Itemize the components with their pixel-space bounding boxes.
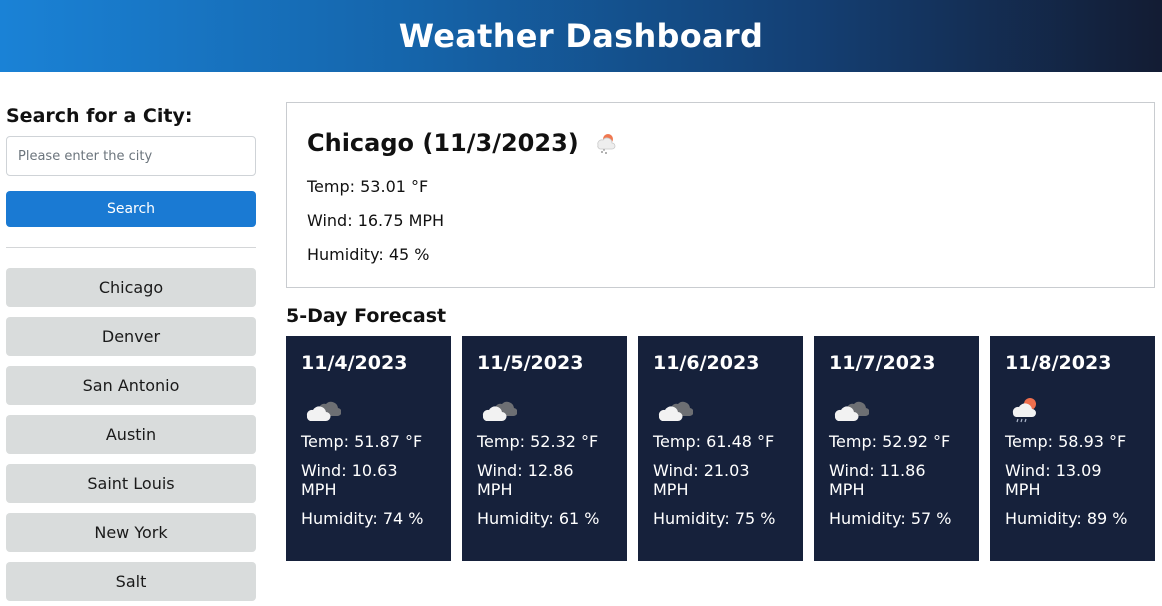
history-item-san-antonio[interactable]: San Antonio [6, 366, 256, 405]
forecast-date: 11/7/2023 [829, 352, 936, 374]
forecast-card: 11/7/2023 Temp: 52.92 °F Wind: 11.86 MPH… [814, 336, 979, 561]
main-content: Chicago (11/3/2023) Temp: 53.01 °F Wind:… [286, 102, 1155, 561]
current-weather-heading: Chicago (11/3/2023) [307, 129, 1134, 157]
history-item-austin[interactable]: Austin [6, 415, 256, 454]
page-header: Weather Dashboard [0, 0, 1162, 72]
forecast-wind: Wind: 11.86 MPH [829, 461, 926, 499]
current-city-date: Chicago (11/3/2023) [307, 129, 579, 157]
history-item-denver[interactable]: Denver [6, 317, 256, 356]
forecast-card: 11/4/2023 Temp: 51.87 °F Wind: 10.63 MPH… [286, 336, 451, 561]
forecast-card: 11/8/2023 Temp: 58.93 °F Wind: 13.09 MPH… [990, 336, 1155, 561]
cloudy-icon [653, 392, 694, 424]
forecast-row: 11/4/2023 Temp: 51.87 °F Wind: 10.63 MPH… [286, 336, 1155, 561]
forecast-temp: Temp: 52.92 °F [829, 432, 951, 451]
forecast-humidity: Humidity: 74 % [301, 509, 424, 528]
current-temp: Temp: 53.01 °F [307, 177, 429, 196]
history-item-chicago[interactable]: Chicago [6, 268, 256, 307]
forecast-humidity: Humidity: 89 % [1005, 509, 1128, 528]
forecast-humidity: Humidity: 61 % [477, 509, 600, 528]
forecast-humidity: Humidity: 57 % [829, 509, 952, 528]
forecast-date: 11/5/2023 [477, 352, 584, 374]
city-search-input[interactable] [6, 136, 256, 176]
sidebar-divider [6, 247, 256, 248]
forecast-temp: Temp: 51.87 °F [301, 432, 423, 451]
forecast-wind: Wind: 12.86 MPH [477, 461, 574, 499]
current-weather-card: Chicago (11/3/2023) Temp: 53.01 °F Wind:… [286, 102, 1155, 288]
page-layout: Search for a City: Search Chicago Denver… [0, 72, 1162, 606]
forecast-date: 11/8/2023 [1005, 352, 1112, 374]
light-snow-icon [593, 130, 619, 156]
cloudy-icon [301, 392, 342, 424]
history-item-new-york[interactable]: New York [6, 513, 256, 552]
history-item-salt[interactable]: Salt [6, 562, 256, 601]
forecast-temp: Temp: 58.93 °F [1005, 432, 1127, 451]
forecast-wind: Wind: 13.09 MPH [1005, 461, 1102, 499]
cloudy-icon [477, 392, 518, 424]
page-title: Weather Dashboard [398, 17, 764, 55]
sidebar: Search for a City: Search Chicago Denver… [6, 104, 256, 606]
forecast-date: 11/6/2023 [653, 352, 760, 374]
search-button[interactable]: Search [6, 191, 256, 227]
current-wind: Wind: 16.75 MPH [307, 211, 445, 230]
forecast-temp: Temp: 61.48 °F [653, 432, 775, 451]
history-item-saint-louis[interactable]: Saint Louis [6, 464, 256, 503]
forecast-wind: Wind: 10.63 MPH [301, 461, 398, 499]
forecast-temp: Temp: 52.32 °F [477, 432, 599, 451]
forecast-card: 11/6/2023 Temp: 61.48 °F Wind: 21.03 MPH… [638, 336, 803, 561]
forecast-card: 11/5/2023 Temp: 52.32 °F Wind: 12.86 MPH… [462, 336, 627, 561]
forecast-wind: Wind: 21.03 MPH [653, 461, 750, 499]
forecast-humidity: Humidity: 75 % [653, 509, 776, 528]
forecast-date: 11/4/2023 [301, 352, 408, 374]
search-history-list: Chicago Denver San Antonio Austin Saint … [6, 268, 256, 601]
current-humidity: Humidity: 45 % [307, 245, 430, 264]
cloudy-icon [829, 392, 870, 424]
search-title: Search for a City: [6, 105, 193, 127]
rain-sun-icon [1005, 392, 1045, 424]
forecast-title: 5-Day Forecast [286, 305, 447, 327]
